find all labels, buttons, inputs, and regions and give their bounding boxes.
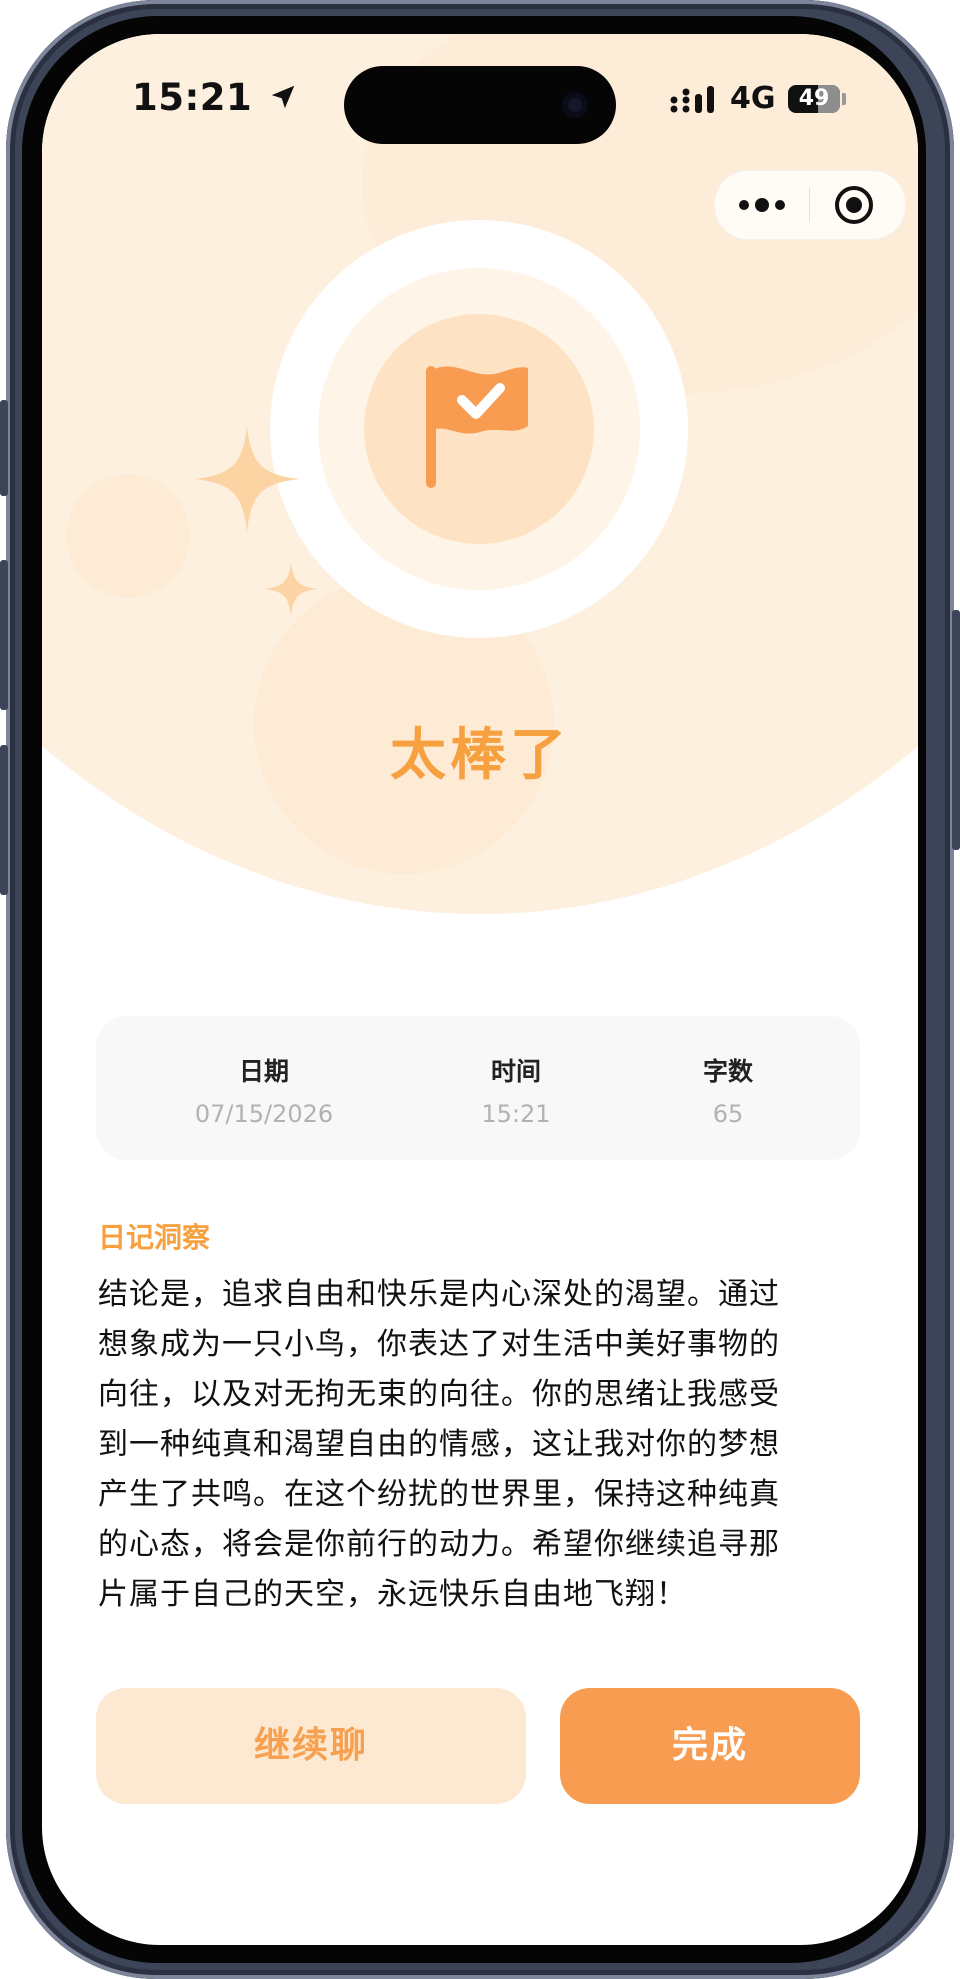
insight-line: 想象成为一只小鸟，你表达了对生活中美好事物的 [98, 1327, 780, 1362]
status-time: 15:21 [132, 76, 253, 119]
stat-time: 时间 15:21 [436, 1052, 596, 1128]
stat-label: 日期 [238, 1057, 289, 1086]
location-arrow-icon [271, 85, 295, 109]
continue-chat-button[interactable]: 继续聊 [96, 1688, 526, 1804]
sparkle-icon [264, 562, 318, 616]
sparkle-icon [194, 426, 300, 532]
power-button [952, 610, 960, 850]
stat-word-count: 字数 65 [648, 1052, 808, 1128]
insight-title: 日记洞察 [98, 1221, 211, 1254]
done-button[interactable]: 完成 [560, 1688, 860, 1804]
insight-body: 结论是，追求自由和快乐是内心深处的渴望。通过 想象成为一只小鸟，你表达了对生活中… [98, 1270, 858, 1620]
mini-program-capsule [714, 170, 906, 240]
more-icon[interactable] [737, 197, 787, 213]
signal-icon [670, 86, 714, 113]
stat-label: 时间 [490, 1057, 541, 1086]
network-type: 4G [730, 81, 776, 116]
volume-down-button [0, 745, 8, 895]
volume-up-button [0, 560, 8, 710]
insight-line: 产生了共鸣。在这个纷扰的世界里，保持这种纯真 [98, 1477, 780, 1512]
stats-card: 日期 07/15/2026 时间 15:21 字数 65 [96, 1016, 860, 1160]
insight-line: 的心态，将会是你前行的动力。希望你继续追寻那 [98, 1527, 780, 1562]
stat-value: 07/15/2026 [194, 1100, 334, 1128]
front-camera [562, 92, 588, 118]
screen: 15:21 4G 49 太棒了 日期 07/15/2026 时间 15:21 字… [42, 34, 918, 1945]
capsule-divider [809, 188, 810, 222]
decor-circle [66, 474, 190, 598]
insight-line: 向往，以及对无拘无束的向往。你的思绪让我感受 [98, 1377, 780, 1412]
stat-label: 字数 [702, 1057, 753, 1086]
insight-line: 片属于自己的天空，永远快乐自由地飞翔！ [98, 1577, 687, 1612]
close-target-icon[interactable] [833, 184, 875, 226]
stat-value: 15:21 [481, 1100, 551, 1128]
insight-line: 到一种纯真和渴望自由的情感，这让我对你的梦想 [98, 1427, 780, 1462]
battery-tip [842, 93, 846, 105]
battery-level: 49 [798, 86, 830, 111]
insight-line: 结论是，追求自由和快乐是内心深处的渴望。通过 [98, 1277, 780, 1312]
battery-indicator: 49 [788, 85, 840, 113]
success-headline: 太棒了 [390, 723, 570, 788]
action-button [0, 400, 8, 496]
stat-date: 日期 07/15/2026 [184, 1052, 344, 1128]
stat-value: 65 [712, 1100, 744, 1128]
flag-check-icon [426, 366, 528, 488]
